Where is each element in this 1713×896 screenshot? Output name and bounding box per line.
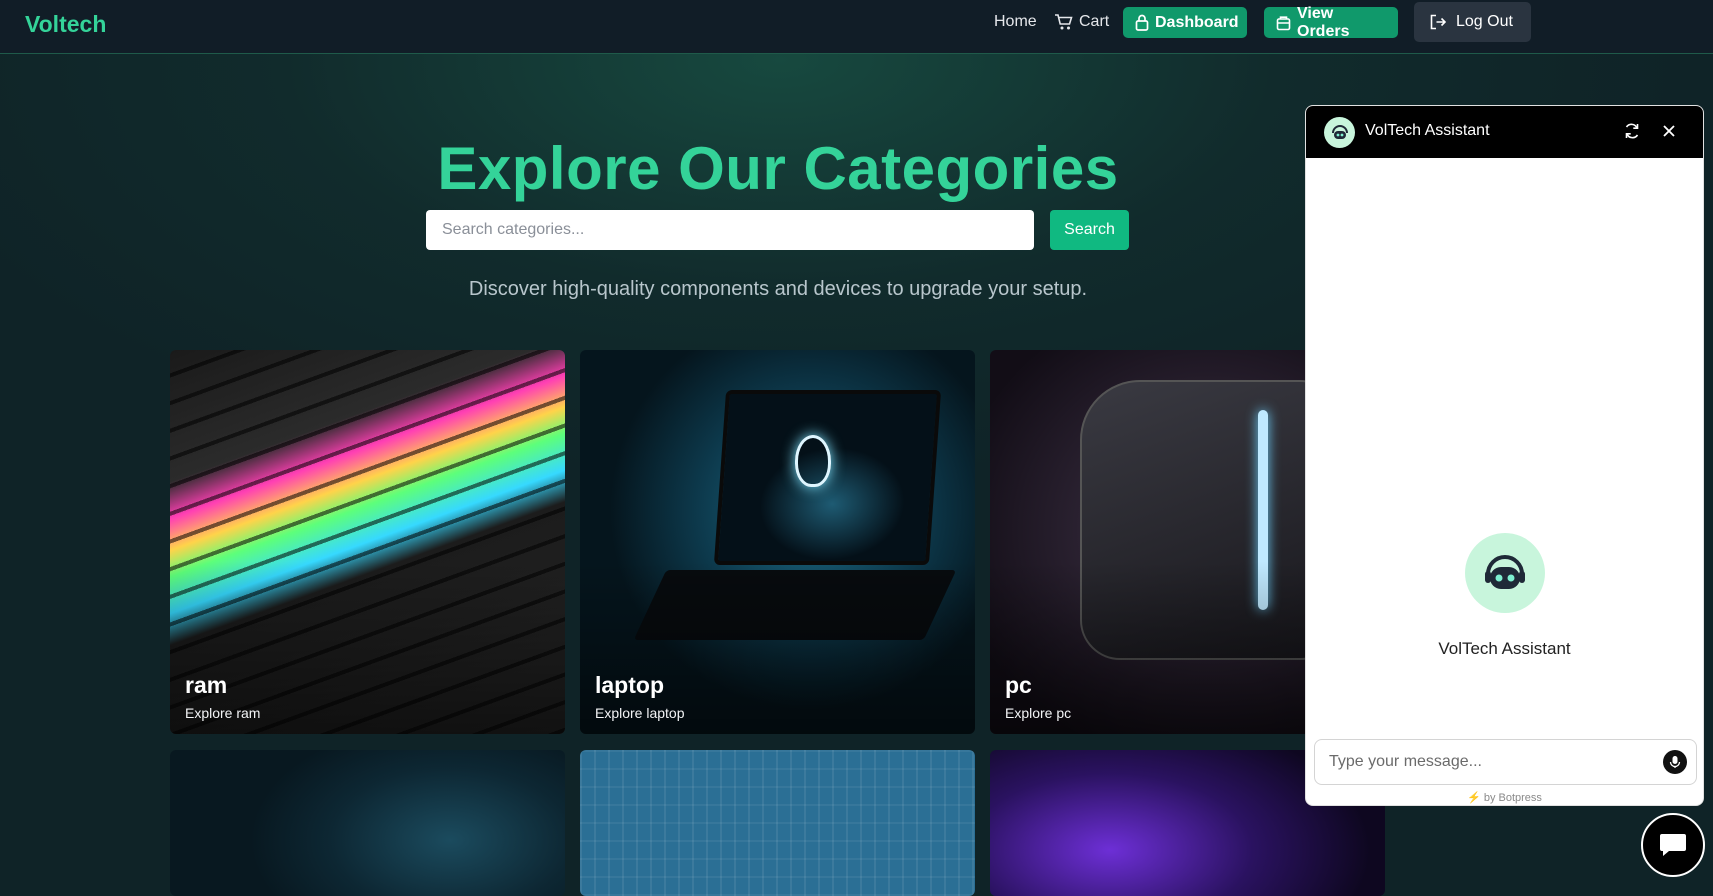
dashboard-button[interactable]: Dashboard <box>1123 7 1247 38</box>
category-cta: Explore pc <box>1005 705 1072 721</box>
view-orders-label: View Orders <box>1297 4 1350 40</box>
bot-avatar <box>1324 117 1355 148</box>
chat-toggle-button[interactable] <box>1641 813 1705 877</box>
category-title: ram <box>185 672 228 698</box>
lock-icon <box>1135 14 1149 31</box>
refresh-icon[interactable] <box>1623 122 1641 145</box>
category-cta: Explore laptop <box>595 705 685 721</box>
logout-icon <box>1429 14 1446 30</box>
powered-by-label: by Botpress <box>1483 792 1542 804</box>
nav-cart-link[interactable]: Cart <box>1054 13 1109 31</box>
bot-avatar-large <box>1465 533 1545 613</box>
brand-logo[interactable]: Voltech <box>25 11 106 38</box>
powered-by[interactable]: ⚡ by Botpress <box>1306 791 1703 804</box>
chat-bubble-icon <box>1660 834 1686 856</box>
package-icon <box>1276 15 1291 31</box>
chat-title: VolTech Assistant <box>1365 122 1490 139</box>
chat-message-input[interactable] <box>1315 740 1645 784</box>
mic-icon[interactable] <box>1663 750 1687 774</box>
logout-label: Log Out <box>1456 13 1513 30</box>
bot-icon <box>1331 124 1348 139</box>
category-card-laptop[interactable]: laptop Explore laptop <box>580 350 975 734</box>
category-card[interactable] <box>170 750 565 896</box>
category-title: laptop <box>595 672 664 698</box>
bolt-icon: ⚡ <box>1467 792 1481 804</box>
close-icon[interactable] <box>1660 122 1678 145</box>
category-title: pc <box>1005 672 1032 698</box>
view-orders-button[interactable]: View Orders <box>1264 4 1398 40</box>
logout-button[interactable]: Log Out <box>1414 2 1531 42</box>
dashboard-label: Dashboard <box>1155 13 1239 31</box>
search-button[interactable]: Search <box>1050 210 1129 250</box>
category-cta: Explore ram <box>185 705 261 721</box>
chat-input-container <box>1314 739 1697 785</box>
nav-home-label: Home <box>994 13 1037 30</box>
navbar: Voltech Home Cart Dashboard View Orders … <box>0 0 1713 54</box>
nav-cart-label: Cart <box>1079 13 1110 30</box>
motherboard-image <box>580 750 975 896</box>
bot-icon <box>1485 555 1525 589</box>
chat-panel: VolTech Assistant VolTech Assistant ⚡ by… <box>1305 105 1704 806</box>
search-input[interactable] <box>426 210 1034 250</box>
cart-icon <box>1054 13 1074 31</box>
category-card[interactable] <box>580 750 975 896</box>
chat-header: VolTech Assistant <box>1306 106 1703 158</box>
nav-home-link[interactable]: Home <box>994 13 1037 31</box>
category-card-ram[interactable]: ram Explore ram <box>170 350 565 734</box>
storage-image <box>170 750 565 896</box>
bot-name: VolTech Assistant <box>1438 639 1571 658</box>
